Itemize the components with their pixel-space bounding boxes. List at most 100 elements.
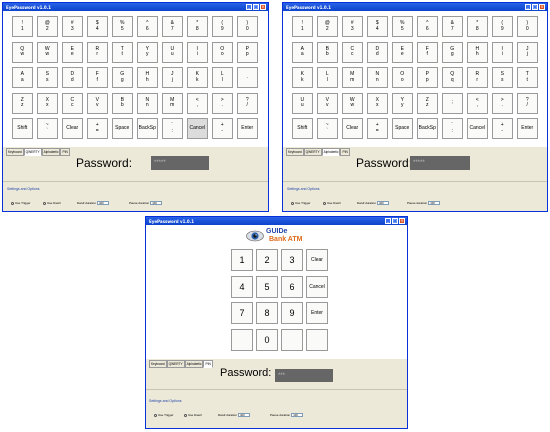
key-e[interactable]: Ee [62, 41, 83, 63]
key-,[interactable]: <, [467, 92, 488, 114]
key-/[interactable]: ? / [517, 92, 538, 114]
atm-key-enter[interactable]: Enter [306, 302, 328, 324]
key--[interactable]: + - [212, 118, 233, 139]
key-v[interactable]: Vv [87, 92, 108, 114]
key-w[interactable]: Qw [12, 41, 33, 63]
key-f[interactable]: Ff [87, 67, 108, 88]
atm-key-blank[interactable] [281, 328, 303, 351]
tab-keyboard[interactable]: Keyboard [6, 148, 24, 156]
key-t[interactable]: Tt [112, 41, 133, 63]
minimize-icon[interactable]: _ [525, 4, 531, 10]
tab-qwerty[interactable]: QWERTY [303, 148, 322, 156]
key-g[interactable]: Gg [112, 67, 133, 88]
key-,[interactable]: <, [187, 92, 208, 114]
key-l[interactable]: Ll [212, 67, 233, 88]
atm-key-blank[interactable] [231, 328, 253, 351]
key-space[interactable]: Space [392, 118, 413, 139]
key-backsp[interactable]: BackSp [137, 118, 158, 139]
key-backsp[interactable]: BackSp [417, 118, 438, 139]
dwell-spinner[interactable]: 400 [97, 201, 110, 205]
key-d[interactable]: Dd [62, 67, 83, 88]
key-4[interactable]: $4 [87, 16, 108, 37]
key-s[interactable]: Ss [492, 67, 513, 88]
key-2[interactable]: @2 [317, 16, 338, 37]
key-m[interactable]: Mm [342, 67, 363, 88]
key-i[interactable]: Ii [492, 41, 513, 63]
minimize-icon[interactable]: _ [385, 218, 391, 224]
key-enter[interactable]: Enter [517, 118, 538, 139]
key-/[interactable]: ? / [237, 92, 258, 114]
atm-key-6[interactable]: 6 [281, 275, 303, 298]
key-c[interactable]: Cc [62, 92, 83, 114]
key-p[interactable]: Pp [237, 41, 258, 63]
key--[interactable]: ¨: [442, 118, 463, 139]
use-dwell-option[interactable]: Use Dwell [184, 413, 202, 417]
tab-qwerty[interactable]: QWERTY [166, 360, 185, 368]
key-m[interactable]: Mm [162, 92, 183, 114]
key-u[interactable]: Uu [162, 41, 183, 63]
atm-key-4[interactable]: 4 [231, 275, 253, 298]
atm-key-0[interactable]: 0 [256, 328, 278, 351]
key-5[interactable]: % 5 [392, 16, 413, 37]
key-3[interactable]: #3 [342, 16, 363, 37]
key-b[interactable]: Bb [317, 41, 338, 63]
key-g[interactable]: Gg [442, 41, 463, 63]
key-h[interactable]: Hh [467, 41, 488, 63]
dwell-spinner[interactable]: 400 [238, 413, 251, 417]
key-.[interactable]: >. [492, 92, 513, 114]
key-space[interactable]: Space [112, 118, 133, 139]
key-cancel[interactable]: Cancel [467, 118, 488, 139]
key-clear[interactable]: Clear [342, 118, 363, 139]
key--[interactable]: ~ ` [317, 118, 338, 139]
key-1[interactable]: ! 1 [12, 16, 33, 37]
pause-spinner[interactable]: 100 [428, 201, 441, 205]
tab-pin[interactable]: PIN [60, 148, 70, 156]
key-w[interactable]: Ww [342, 92, 363, 114]
minimize-icon[interactable]: _ [246, 4, 252, 10]
key-y[interactable]: Yy [392, 92, 413, 114]
key-h[interactable]: Hh [137, 67, 158, 88]
key-d[interactable]: Dd [367, 41, 388, 63]
key-s[interactable]: Ss [37, 67, 58, 88]
key-l[interactable]: Ll [317, 67, 338, 88]
key-z[interactable]: Zz [417, 92, 438, 114]
tab-alphabetic[interactable]: Alphabetic [41, 148, 61, 156]
use-dwell-option[interactable]: Use Dwell [43, 201, 61, 205]
tab-qwerty[interactable]: QWERTY [23, 148, 42, 156]
key-7[interactable]: & 7 [162, 16, 183, 37]
key-q[interactable]: Qq [442, 67, 463, 88]
key-enter[interactable]: Enter [237, 118, 258, 139]
key-cancel[interactable]: Cancel [187, 118, 208, 139]
key-z[interactable]: Zz [12, 92, 33, 114]
key-n[interactable]: Nn [137, 92, 158, 114]
key-1[interactable]: ! 1 [292, 16, 313, 37]
key-v[interactable]: Vv [317, 92, 338, 114]
close-icon[interactable]: × [539, 4, 545, 10]
key-8[interactable]: * 8 [187, 16, 208, 37]
tab-alphabetic[interactable]: Alphabetic [321, 148, 341, 156]
key-9[interactable]: (9 [212, 16, 233, 37]
key-shift[interactable]: Shift [12, 118, 33, 139]
maximize-icon[interactable]: □ [532, 4, 538, 10]
key-k[interactable]: Kk [292, 67, 313, 88]
atm-key-clear[interactable]: Clear [306, 249, 328, 271]
dwell-spinner[interactable]: 400 [377, 201, 390, 205]
key-3[interactable]: #3 [62, 16, 83, 37]
tab-alphabetic[interactable]: Alphabetic [184, 360, 204, 368]
key-6[interactable]: ^ 6 [417, 16, 438, 37]
key--[interactable]: ¨: [162, 118, 183, 139]
key-j[interactable]: Jj [162, 67, 183, 88]
atm-key-blank[interactable] [306, 328, 328, 351]
key-8[interactable]: * 8 [467, 16, 488, 37]
key-y[interactable]: Yy [137, 41, 158, 63]
close-icon[interactable]: × [399, 218, 405, 224]
key-r[interactable]: Rr [87, 41, 108, 63]
atm-key-9[interactable]: 9 [281, 302, 303, 324]
key-o[interactable]: Oo [212, 41, 233, 63]
key-5[interactable]: % 5 [112, 16, 133, 37]
key-a[interactable]: Aa [12, 67, 33, 88]
key-x[interactable]: Xx [367, 92, 388, 114]
tab-pin[interactable]: PIN [203, 360, 213, 368]
tab-pin[interactable]: PIN [340, 148, 350, 156]
key-a[interactable]: Aa [292, 41, 313, 63]
